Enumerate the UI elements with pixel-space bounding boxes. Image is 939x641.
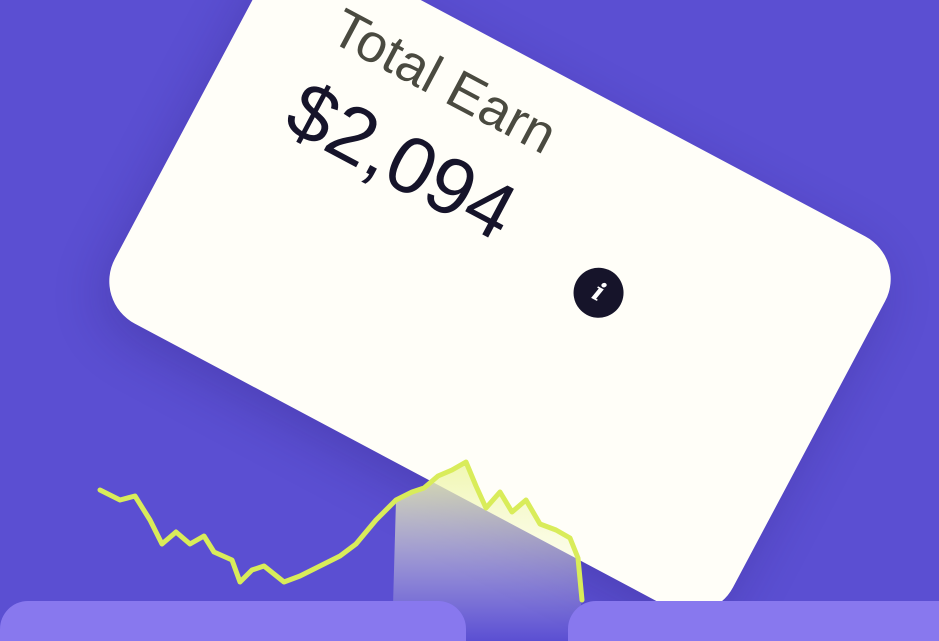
bottom-panel-left	[0, 601, 466, 641]
bottom-panel-right	[568, 601, 939, 641]
total-earn-card[interactable]: Total Earn $2,094 i	[92, 0, 908, 630]
stage: Total Earn $2,094 i	[0, 0, 939, 641]
info-icon[interactable]: i	[564, 258, 633, 327]
